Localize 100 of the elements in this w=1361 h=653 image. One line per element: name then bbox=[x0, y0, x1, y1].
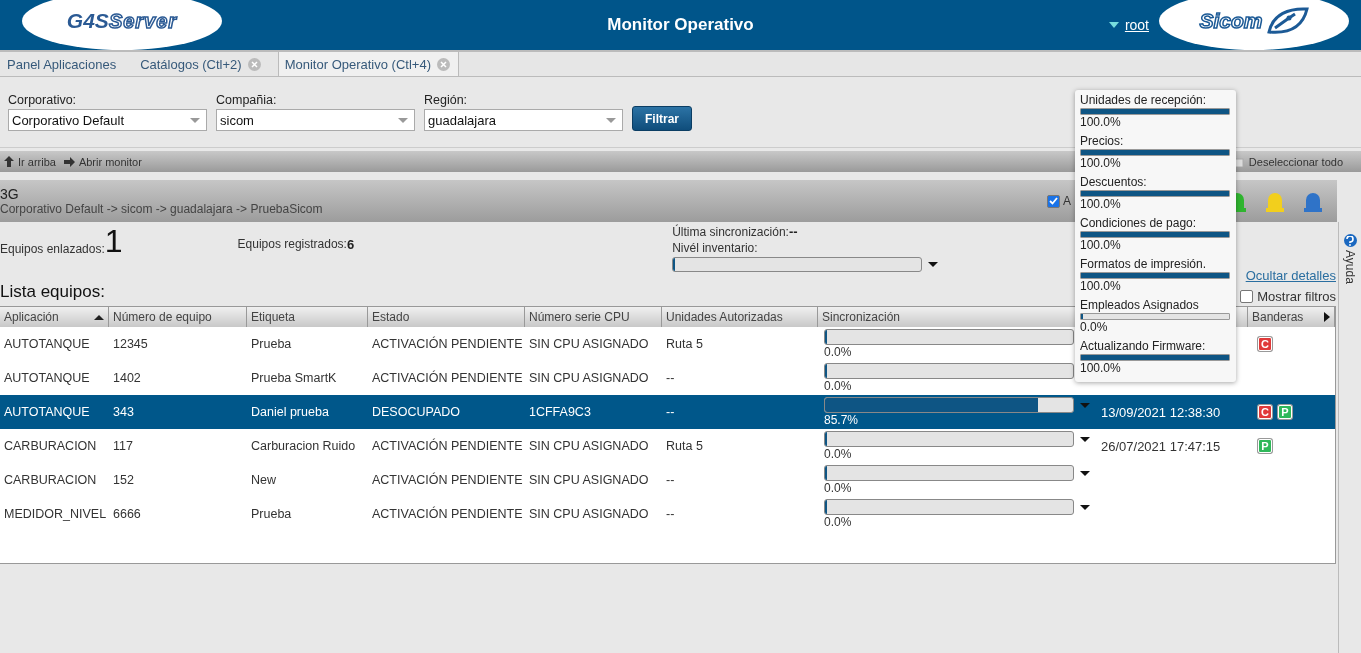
page-title: Monitor Operativo bbox=[607, 15, 754, 35]
flag-badge: P bbox=[1258, 439, 1272, 453]
group-title: 3G bbox=[0, 186, 20, 202]
table-cell: 1402 bbox=[113, 371, 141, 385]
sync-item-label: Formatos de impresión. bbox=[1080, 257, 1208, 272]
sync-percentage: 0.0% bbox=[824, 379, 853, 393]
filter-label: Corporativo: bbox=[8, 93, 78, 107]
breadcrumb-path: Corporativo Default -> sicom -> guadalajara -> PruebaSicom bbox=[0, 202, 323, 216]
hide-details-link[interactable]: Ocultar detalles bbox=[1245, 268, 1336, 283]
filter-label: Región: bbox=[424, 93, 469, 107]
table-cell: Prueba SmartK bbox=[251, 371, 337, 385]
sync-item-label: Precios: bbox=[1080, 134, 1125, 149]
table-cell: Carburacion Ruido bbox=[251, 439, 356, 453]
last-sync-value: -- bbox=[788, 224, 798, 239]
flag-badge: P bbox=[1278, 405, 1292, 419]
table-cell: Prueba bbox=[251, 507, 292, 521]
registered-count: 6 bbox=[346, 236, 355, 252]
help-icon[interactable] bbox=[1343, 234, 1357, 247]
sync-item-percentage: 100.0% bbox=[1080, 279, 1122, 293]
table-cell: 152 bbox=[113, 473, 134, 487]
help-label: Ayuda bbox=[1343, 250, 1357, 284]
checkbox[interactable] bbox=[1240, 290, 1254, 303]
table-cell: Ruta 5 bbox=[666, 439, 703, 453]
table-cell: SIN CPU ASIGNADO bbox=[529, 473, 649, 487]
caret-icon[interactable] bbox=[1080, 436, 1090, 442]
filter-dropdown[interactable]: sicom bbox=[216, 109, 415, 131]
table-cell: -- bbox=[666, 405, 675, 419]
table-cell: 26/07/2021 17:47:15 bbox=[1101, 438, 1221, 454]
table-cell: -- bbox=[666, 473, 675, 487]
table-cell: CARBURACION bbox=[4, 473, 97, 487]
beacon-light-icon bbox=[1303, 190, 1323, 212]
sync-item-percentage: 100.0% bbox=[1080, 197, 1122, 211]
table-cell: SIN CPU ASIGNADO bbox=[529, 507, 649, 521]
table-cell: New bbox=[251, 473, 276, 487]
registered-label: Equipos registrados: bbox=[237, 237, 347, 251]
table-cell: Daniel prueba bbox=[251, 405, 329, 419]
beacon-light-icon bbox=[1265, 190, 1285, 212]
table-cell: AUTOTANQUE bbox=[4, 405, 90, 419]
filter-button[interactable]: Filtrar bbox=[632, 106, 692, 131]
table-row[interactable]: AUTOTANQUE 343 Daniel prueba DESOCUPADO 1CFFA9C3 -- 85.7% 13/09/2021 12:38:30 C P bbox=[0, 395, 1335, 429]
table-cell: AUTOTANQUE bbox=[4, 371, 90, 385]
caret-icon[interactable] bbox=[928, 262, 939, 267]
checkbox-label: A bbox=[1063, 194, 1071, 208]
list-title: Lista equipos: bbox=[0, 282, 105, 301]
caret-icon[interactable] bbox=[1080, 504, 1090, 510]
sync-percentage: 0.0% bbox=[824, 447, 853, 461]
open-monitor-button[interactable]: Abrir monitor bbox=[63, 155, 142, 168]
sort-icon bbox=[94, 314, 104, 320]
user-link[interactable]: root bbox=[1124, 17, 1149, 33]
sync-item-percentage: 100.0% bbox=[1080, 238, 1122, 252]
sync-percentage: 0.0% bbox=[824, 481, 853, 495]
table-cell: 343 bbox=[113, 405, 134, 419]
filter-dropdown[interactable]: guadalajara bbox=[424, 109, 623, 131]
filter-label: Compañia: bbox=[216, 93, 278, 107]
sync-item-percentage: 100.0% bbox=[1080, 361, 1122, 375]
table-cell: SIN CPU ASIGNADO bbox=[529, 371, 649, 385]
checkbox[interactable] bbox=[1047, 194, 1060, 208]
table-cell: ACTIVACIÓN PENDIENTE bbox=[372, 337, 523, 351]
table-cell: 6666 bbox=[113, 507, 141, 521]
table-cell: SIN CPU ASIGNADO bbox=[529, 439, 649, 453]
sync-item-percentage: 100.0% bbox=[1080, 115, 1122, 129]
table-cell: Prueba bbox=[251, 337, 292, 351]
table-cell: -- bbox=[666, 371, 675, 385]
right-arrow-icon bbox=[63, 156, 75, 167]
table-cell: AUTOTANQUE bbox=[4, 337, 90, 351]
deselect-all-button[interactable]: Deseleccionar todo bbox=[1234, 155, 1343, 168]
checkbox-label: Mostrar filtros bbox=[1257, 289, 1336, 304]
table-cell: DESOCUPADO bbox=[372, 405, 460, 419]
table-cell: CARBURACION bbox=[4, 439, 97, 453]
linked-count: 1 bbox=[104, 226, 123, 256]
flag-badge: C bbox=[1258, 405, 1272, 419]
table-cell: 117 bbox=[113, 439, 133, 453]
table-cell: 12345 bbox=[113, 337, 148, 351]
table-cell: ACTIVACIÓN PENDIENTE bbox=[372, 439, 523, 453]
inventory-label: Nivél inventario: bbox=[672, 241, 759, 255]
table-cell: -- bbox=[666, 507, 675, 521]
sync-item-label: Condiciones de pago: bbox=[1080, 216, 1198, 231]
sync-item-label: Unidades de recepción: bbox=[1080, 93, 1208, 108]
table-cell: ACTIVACIÓN PENDIENTE bbox=[372, 371, 523, 385]
tab[interactable]: Monitor Operativo (Ctl+4) bbox=[277, 51, 459, 76]
sync-item-percentage: 100.0% bbox=[1080, 156, 1122, 170]
tab[interactable]: Catálogos (Ctl+2) bbox=[133, 51, 270, 76]
table-cell: 13/09/2021 12:38:30 bbox=[1101, 404, 1221, 420]
last-sync-label: Última sincronización: bbox=[672, 225, 789, 239]
filter-dropdown[interactable]: Corporativo Default bbox=[8, 109, 207, 131]
table-cell: 1CFFA9C3 bbox=[529, 405, 591, 419]
table-cell: MEDIDOR_NIVEL bbox=[4, 507, 107, 521]
table-cell: ACTIVACIÓN PENDIENTE bbox=[372, 507, 523, 521]
flag-badge: C bbox=[1258, 337, 1272, 351]
sync-percentage: 85.7% bbox=[824, 413, 860, 427]
caret-icon[interactable] bbox=[1080, 470, 1090, 476]
table-cell: SIN CPU ASIGNADO bbox=[529, 337, 649, 351]
sicom-logo: Sicom bbox=[1159, 0, 1349, 50]
table-cell: Ruta 5 bbox=[666, 337, 703, 351]
table-cell: ACTIVACIÓN PENDIENTE bbox=[372, 473, 523, 487]
sync-percentage: 0.0% bbox=[824, 515, 853, 529]
tab[interactable]: Panel Aplicaciones bbox=[0, 51, 126, 76]
linked-label: Equipos enlazados: bbox=[0, 242, 105, 256]
up-arrow-icon bbox=[4, 156, 14, 167]
up-button[interactable]: Ir arriba bbox=[4, 155, 56, 168]
